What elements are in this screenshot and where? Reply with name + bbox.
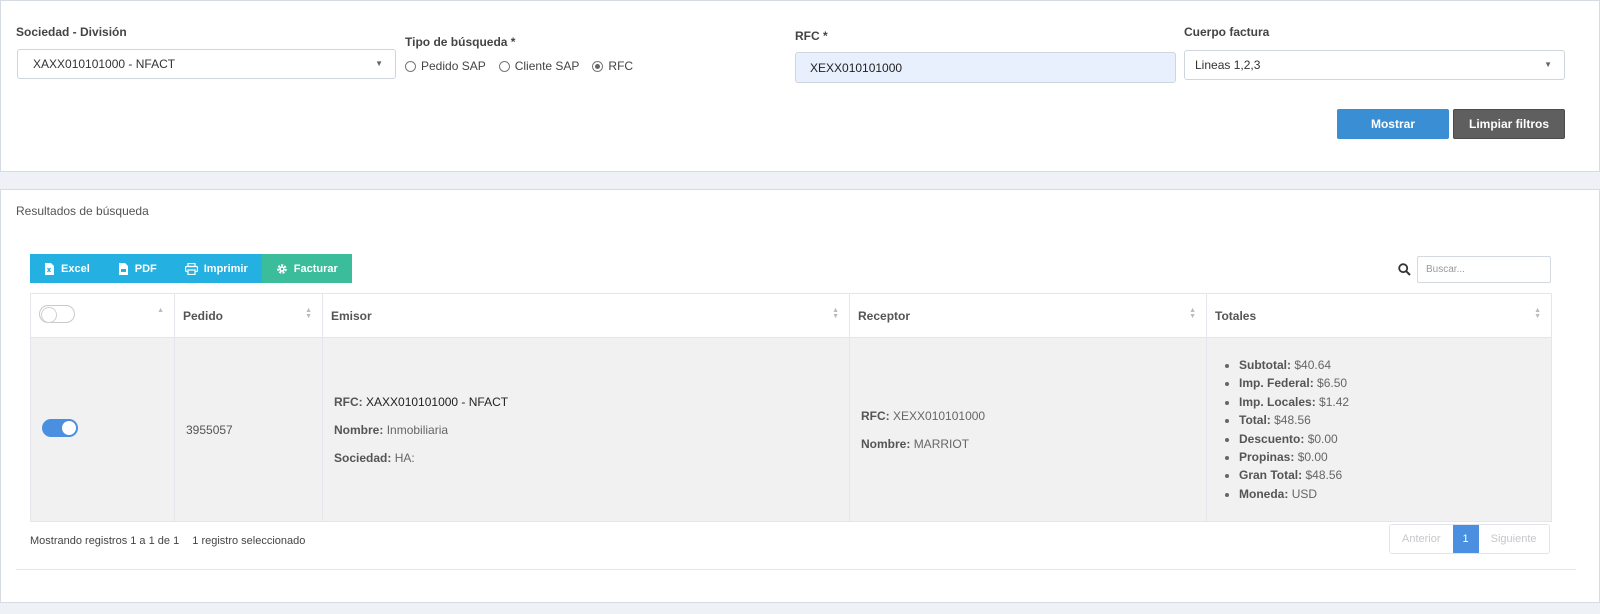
radio-label: Pedido SAP (421, 59, 486, 73)
emisor-rfc-label: RFC: (334, 394, 363, 409)
search-input[interactable] (1417, 256, 1551, 283)
excel-button[interactable]: Excel (30, 254, 104, 283)
list-item: Subtotal: $40.64 (1239, 356, 1551, 374)
results-table: ▲ Pedido ▲ ▼ Emisor ▲ ▼ Receptor ▲ ▼ Totale… (30, 293, 1552, 522)
row-select-cell (30, 337, 175, 522)
emisor-cell: RFC: XAXX010101000 - NFACT Nombre: Inmob… (322, 337, 850, 522)
records-info: Mostrando registros 1 a 1 de 1 (30, 535, 180, 547)
radio-label: Cliente SAP (514, 59, 580, 73)
mostrar-button[interactable]: Mostrar (1337, 109, 1449, 139)
pedido-cell: 3955057 (174, 337, 323, 522)
pdf-button[interactable]: PDF (103, 254, 171, 283)
col-label: Receptor (858, 308, 911, 323)
file-excel-icon (45, 262, 54, 275)
list-item: Gran Total: $48.56 (1239, 466, 1551, 484)
pager-prev-button[interactable]: Anterior (1390, 525, 1453, 553)
list-item: Propinas: $0.00 (1239, 448, 1551, 466)
cuerpo-factura-select[interactable]: Lineas 1,2,3 ▼ (1184, 50, 1565, 80)
totales-cell: Subtotal: $40.64 Imp. Federal: $6.50 Imp… (1206, 337, 1552, 522)
cuerpo-factura-value: Lineas 1,2,3 (1195, 58, 1261, 72)
receptor-rfc-label: RFC: (861, 408, 890, 423)
table-search (1398, 256, 1551, 283)
select-all-toggle[interactable] (39, 305, 75, 323)
list-item: Total: $48.56 (1239, 411, 1551, 429)
results-panel: Resultados de búsqueda Excel PDF Imprimi… (0, 189, 1600, 603)
sociedad-select[interactable]: XAXX010101000 - NFACT ▼ (17, 49, 396, 79)
sort-asc-icon: ▲ (157, 307, 164, 314)
sort-icon: ▲ ▼ (1189, 307, 1196, 320)
emisor-nombre-label: Nombre: (334, 422, 384, 437)
emisor-sociedad-label: Sociedad: (334, 450, 392, 465)
receptor-nombre: MARRIOT (913, 436, 970, 451)
emisor-nombre: Inmobiliaria (386, 422, 449, 437)
results-title: Resultados de búsqueda (16, 204, 149, 218)
file-pdf-icon (118, 262, 128, 275)
col-label: Pedido (183, 308, 224, 323)
facturar-label: Facturar (293, 262, 338, 275)
imprimir-label: Imprimir (203, 262, 248, 275)
radio-pedido-sap[interactable]: Pedido SAP (405, 59, 486, 73)
sort-icon: ▲ ▼ (305, 307, 312, 320)
filters-panel: Sociedad - División XAXX010101000 - NFAC… (0, 0, 1600, 172)
sociedad-label: Sociedad - División (16, 25, 127, 39)
list-item: Imp. Locales: $1.42 (1239, 393, 1551, 411)
cuerpo-factura-label: Cuerpo factura (1184, 25, 1270, 39)
pdf-label: PDF (134, 262, 157, 275)
radio-circle-icon (405, 60, 416, 72)
col-receptor[interactable]: Receptor ▲ ▼ (849, 293, 1207, 338)
radio-rfc[interactable]: RFC (592, 59, 633, 73)
receptor-rfc: XEXX010101000 (893, 408, 986, 423)
receptor-nombre-label: Nombre: (861, 436, 911, 451)
radio-circle-icon (498, 60, 510, 72)
gear-icon (276, 263, 287, 274)
list-item: Moneda: USD (1239, 485, 1551, 503)
pager-next-button[interactable]: Siguiente (1478, 525, 1549, 553)
divider (16, 569, 1576, 570)
row-select-toggle[interactable] (42, 419, 78, 437)
list-item: Imp. Federal: $6.50 (1239, 374, 1551, 392)
sociedad-value: XAXX010101000 - NFACT (33, 57, 176, 71)
pagination: Anterior 1 Siguiente (1389, 524, 1550, 554)
selected-info: 1 registro seleccionado (192, 535, 306, 547)
tipo-busqueda-radios: Pedido SAP Cliente SAP RFC (405, 59, 633, 73)
search-icon (1398, 263, 1411, 276)
rfc-label: RFC * (795, 29, 828, 43)
col-label: Totales (1215, 308, 1257, 323)
table-info: Mostrando registros 1 a 1 de 1 1 registr… (30, 535, 305, 547)
rfc-input[interactable] (795, 52, 1176, 83)
radio-label: RFC (608, 59, 634, 73)
imprimir-button[interactable]: Imprimir (170, 254, 262, 283)
pager-page-1[interactable]: 1 (1452, 525, 1479, 553)
excel-label: Excel (61, 262, 90, 275)
emisor-rfc: XAXX010101000 - NFACT (366, 394, 509, 409)
select-all-header[interactable]: ▲ (30, 293, 175, 338)
chevron-down-icon: ▼ (375, 59, 383, 68)
facturar-button[interactable]: Facturar (261, 254, 352, 283)
print-icon (184, 262, 198, 275)
table-row[interactable]: 3955057 RFC: XAXX010101000 - NFACT Nombr… (30, 337, 1552, 522)
col-emisor[interactable]: Emisor ▲ ▼ (322, 293, 850, 338)
pedido-value: 3955057 (186, 422, 233, 437)
export-toolbar: Excel PDF Imprimir Facturar (30, 254, 352, 283)
table-header-row: ▲ Pedido ▲ ▼ Emisor ▲ ▼ Receptor ▲ ▼ Totale… (30, 293, 1552, 338)
totales-list: Subtotal: $40.64 Imp. Federal: $6.50 Imp… (1219, 356, 1551, 503)
emisor-sociedad: HA: (394, 450, 415, 465)
radio-cliente-sap[interactable]: Cliente SAP (498, 59, 580, 73)
receptor-cell: RFC: XEXX010101000 Nombre: MARRIOT (849, 337, 1207, 522)
tipo-busqueda-label: Tipo de búsqueda * (405, 35, 516, 49)
col-label: Emisor (331, 308, 372, 323)
col-totales[interactable]: Totales ▲ ▼ (1206, 293, 1552, 338)
radio-circle-checked-icon (592, 60, 604, 72)
col-pedido[interactable]: Pedido ▲ ▼ (174, 293, 323, 338)
chevron-down-icon: ▼ (1544, 60, 1552, 69)
sort-icon: ▲ ▼ (832, 307, 839, 320)
limpiar-filtros-button[interactable]: Limpiar filtros (1453, 109, 1565, 139)
sort-icon: ▲ ▼ (1534, 307, 1541, 320)
list-item: Descuento: $0.00 (1239, 430, 1551, 448)
